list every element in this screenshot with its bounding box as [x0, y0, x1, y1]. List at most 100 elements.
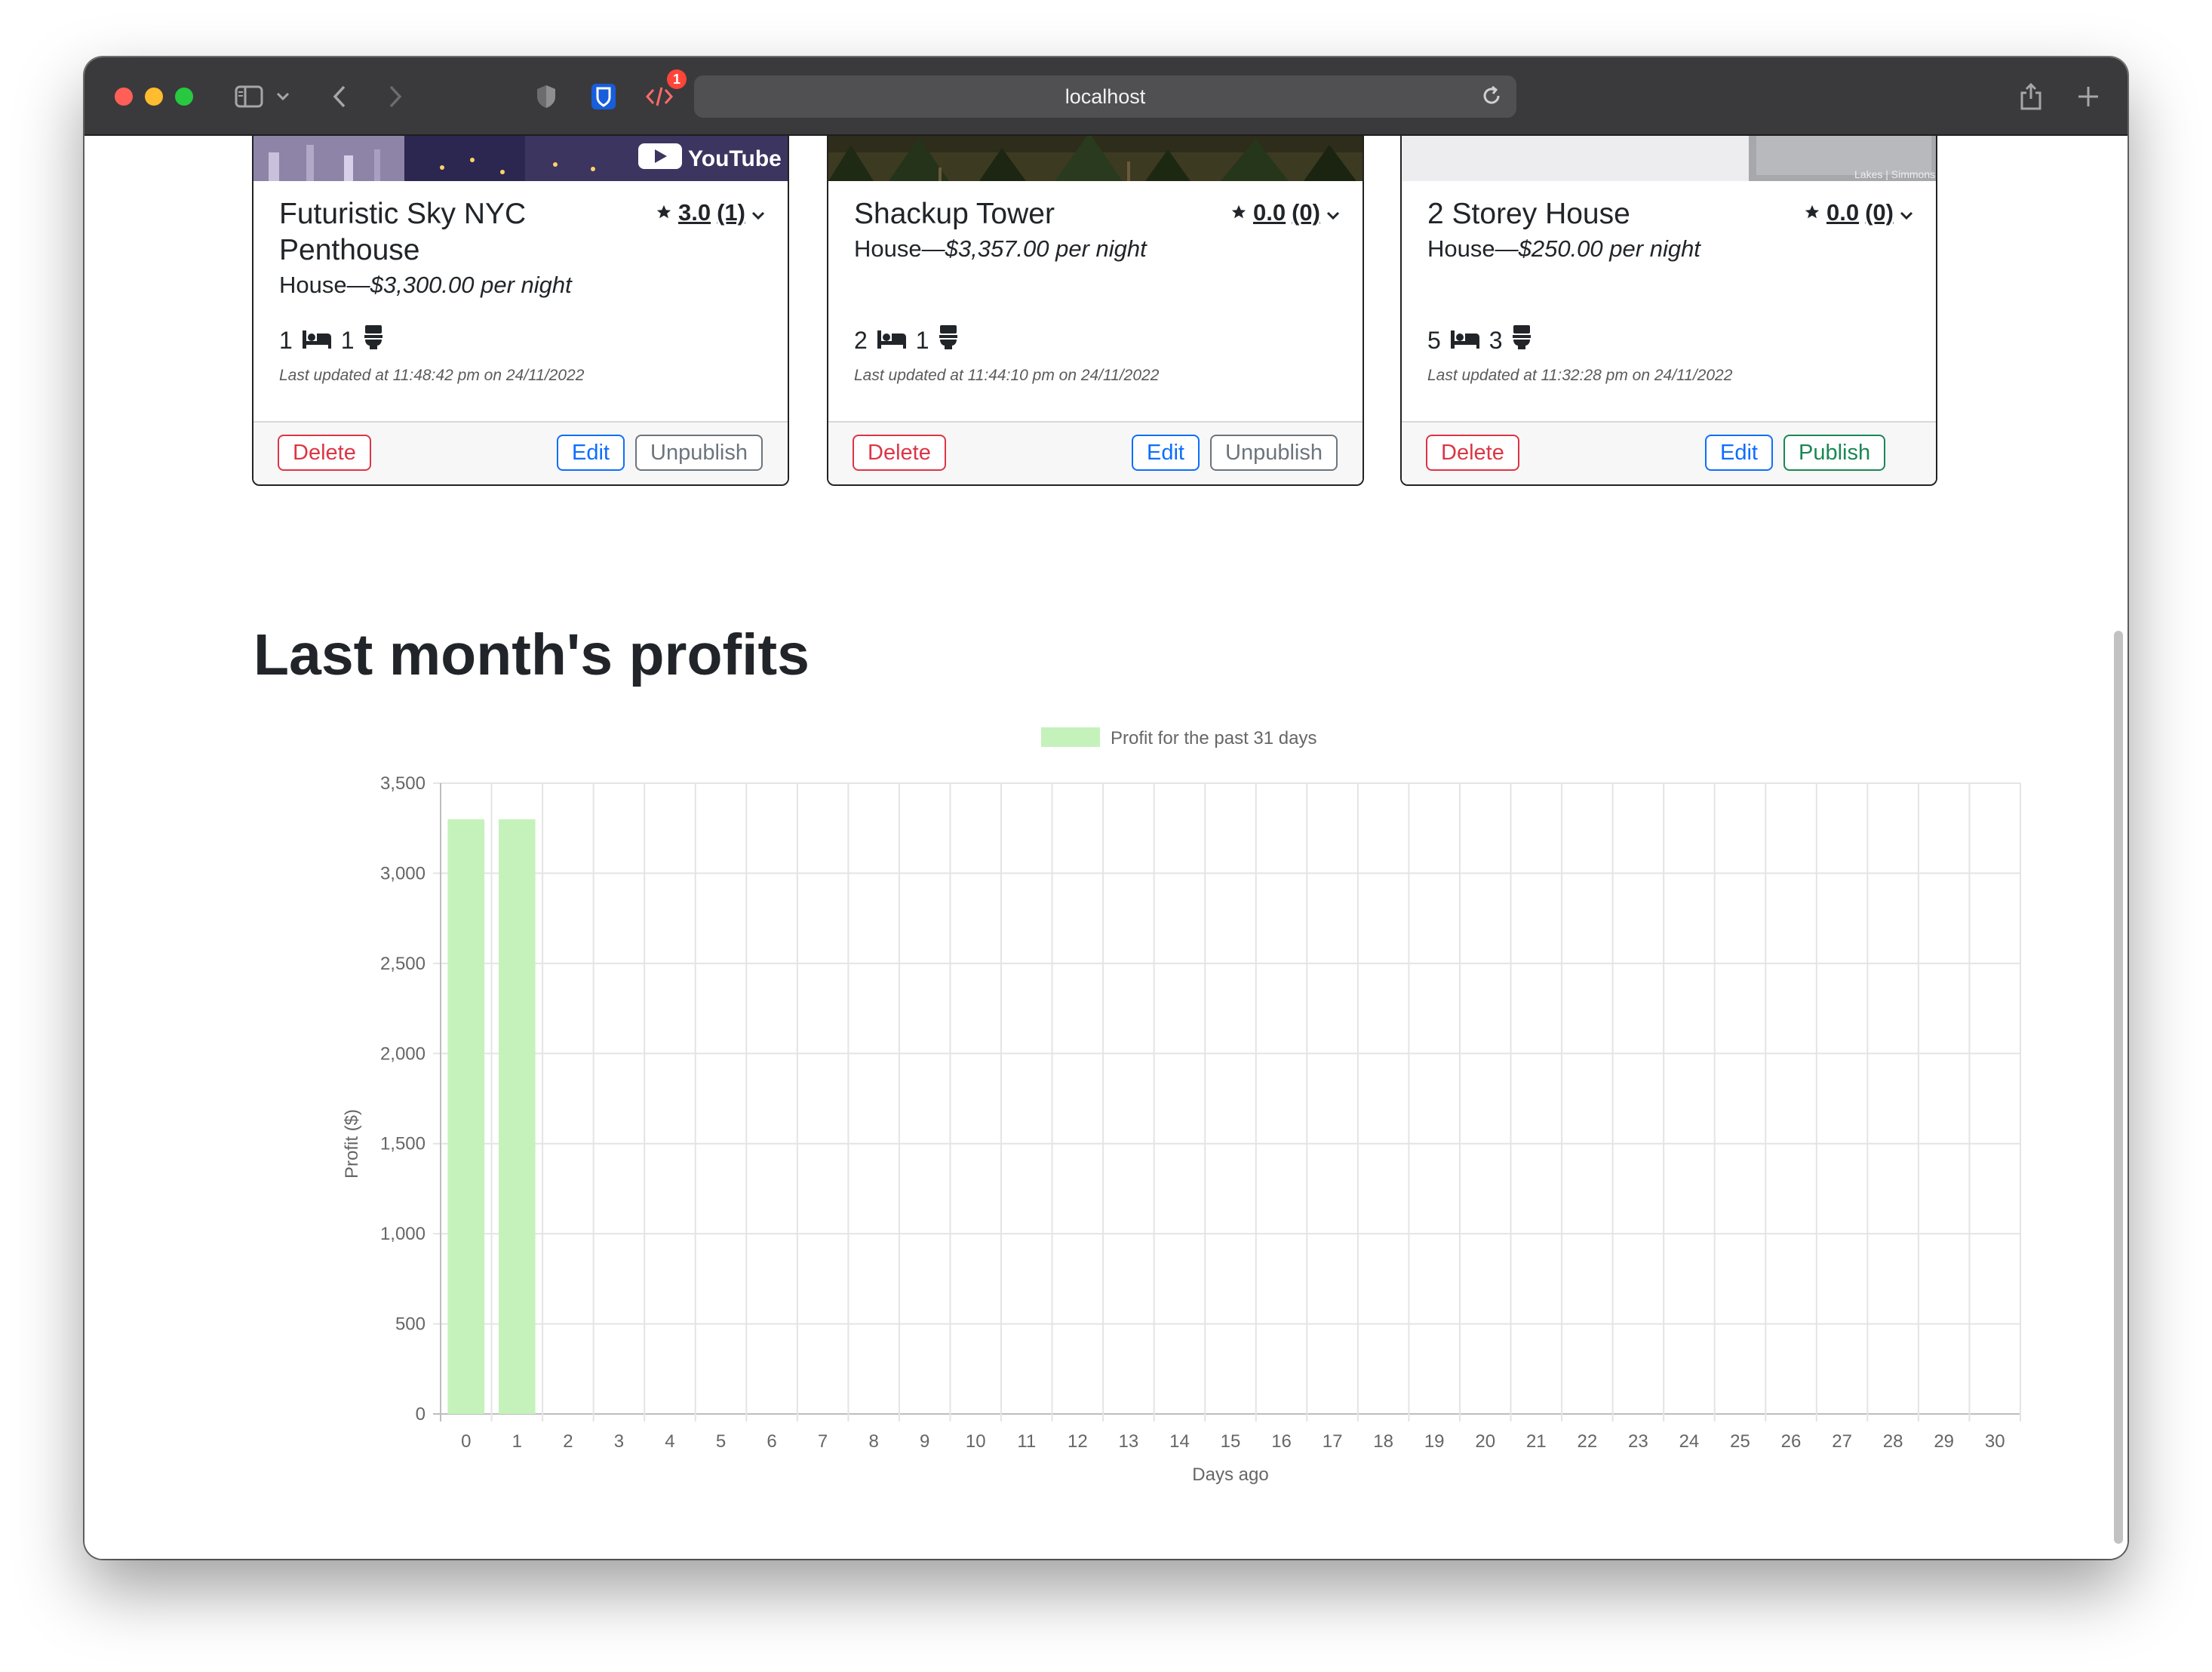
x-tick-label: 0 [461, 1431, 471, 1452]
forward-icon[interactable] [382, 80, 409, 113]
delete-button[interactable]: Delete [853, 435, 946, 471]
x-tick-label: 29 [1934, 1431, 1954, 1452]
bathroom-count: 1 [915, 326, 929, 354]
x-tick-label: 11 [1017, 1431, 1036, 1452]
last-updated: Last updated at 11:32:28 pm on 24/11/202… [1427, 367, 1733, 384]
bed-icon [877, 327, 907, 355]
last-updated: Last updated at 11:44:10 pm on 24/11/202… [854, 367, 1160, 384]
unpublish-button[interactable]: Unpublish [1210, 435, 1338, 471]
bed-count: 1 [279, 326, 293, 354]
url-text: localhost [1065, 85, 1146, 108]
x-axis-title: Days ago [1192, 1465, 1268, 1485]
section-title: Last month's profits [253, 622, 810, 687]
publish-button[interactable]: Publish [1783, 435, 1886, 471]
y-tick-label: 1,000 [380, 1224, 426, 1244]
toilet-icon [939, 324, 958, 356]
y-tick-label: 3,500 [380, 773, 426, 794]
svg-text:Lakes | Simmons: Lakes | Simmons [1854, 168, 1935, 180]
x-tick-label: 5 [716, 1431, 726, 1452]
edit-button[interactable]: Edit [1132, 435, 1200, 471]
y-tick-label: 0 [416, 1404, 426, 1425]
address-bar[interactable]: localhost [694, 75, 1516, 118]
browser-toolbar: 1 localhost [84, 57, 2128, 136]
privacy-shield-icon[interactable] [533, 80, 560, 113]
page-content: YouTube Futuristic Sky NYC Penthouse 3.0… [84, 136, 2128, 1559]
x-tick-label: 18 [1373, 1431, 1393, 1452]
x-tick-label: 27 [1832, 1431, 1852, 1452]
x-tick-label: 20 [1475, 1431, 1495, 1452]
reload-icon[interactable] [1480, 85, 1503, 112]
x-tick-label: 26 [1781, 1431, 1802, 1452]
delete-button[interactable]: Delete [278, 435, 371, 471]
bed-icon [302, 327, 332, 355]
chevron-down-icon[interactable] [273, 80, 293, 113]
bathroom-count: 3 [1488, 326, 1503, 354]
new-tab-icon[interactable] [2073, 80, 2103, 113]
x-tick-label: 4 [665, 1431, 674, 1452]
bar-day-0 [447, 819, 485, 1414]
listing-card: Lakes | Simmons 2 Storey House 0.0 (0) H… [1400, 136, 1937, 486]
x-tick-label: 12 [1068, 1431, 1088, 1452]
y-tick-label: 3,000 [380, 863, 426, 884]
unpublish-button[interactable]: Unpublish [635, 435, 763, 471]
listing-thumbnail[interactable] [828, 136, 1363, 181]
minimize-window-button[interactable] [145, 88, 163, 106]
x-tick-label: 8 [868, 1431, 878, 1452]
x-tick-label: 28 [1883, 1431, 1903, 1452]
profit-bar-chart: Profit for the past 31 days 0 500 1,000 1,50… [342, 727, 2021, 1485]
edit-button[interactable]: Edit [557, 435, 625, 471]
zoom-window-button[interactable] [175, 88, 193, 106]
toilet-icon [364, 324, 383, 356]
listing-thumbnail[interactable]: YouTube [253, 136, 788, 181]
x-tick-label: 23 [1628, 1431, 1648, 1452]
x-tick-label: 1 [512, 1431, 522, 1452]
room-counts: 2 1 [854, 324, 958, 356]
x-tick-label: 24 [1679, 1431, 1700, 1452]
bar-day-1 [499, 819, 536, 1414]
x-tick-label: 19 [1424, 1431, 1445, 1452]
y-tick-label: 1,500 [380, 1134, 426, 1154]
y-tick-label: 2,000 [380, 1043, 426, 1064]
scrollbar[interactable] [2114, 631, 2123, 1544]
edit-button[interactable]: Edit [1705, 435, 1773, 471]
x-tick-label: 17 [1323, 1431, 1343, 1452]
back-icon[interactable] [326, 80, 353, 113]
x-tick-label: 2 [563, 1431, 573, 1452]
y-axis-title: Profit ($) [342, 1109, 362, 1179]
y-tick-label: 2,500 [380, 954, 426, 974]
sidebar-icon[interactable] [232, 80, 266, 113]
room-counts: 1 1 [279, 324, 383, 356]
svg-text:YouTube: YouTube [688, 146, 782, 171]
bathroom-count: 1 [340, 326, 355, 354]
close-window-button[interactable] [115, 88, 133, 106]
x-tick-label: 9 [920, 1431, 929, 1452]
x-tick-label: 25 [1730, 1431, 1750, 1452]
x-tick-label: 6 [767, 1431, 776, 1452]
x-tick-label: 10 [966, 1431, 986, 1452]
share-icon[interactable] [2016, 80, 2046, 113]
browser-window: 1 localhost YouTube Futuristic Sky NYC P… [84, 57, 2128, 1559]
toilet-icon [1512, 324, 1532, 356]
room-counts: 5 3 [1427, 324, 1532, 356]
x-tick-label: 16 [1271, 1431, 1292, 1452]
card-footer: Delete Edit Unpublish [253, 421, 788, 484]
bed-count: 2 [854, 326, 868, 354]
x-tick-label: 7 [818, 1431, 828, 1452]
delete-button[interactable]: Delete [1426, 435, 1519, 471]
card-footer: Delete Edit Unpublish [828, 421, 1363, 484]
x-tick-label: 30 [1985, 1431, 2005, 1452]
legend-label: Profit for the past 31 days [1111, 728, 1316, 748]
legend-swatch [1041, 727, 1100, 747]
bed-icon [1450, 327, 1480, 355]
listing-card: Shackup Tower 0.0 (0) House—$3,357.00 pe… [827, 136, 1364, 486]
password-manager-icon[interactable] [588, 80, 619, 113]
notification-badge: 1 [667, 69, 687, 89]
x-tick-label: 13 [1119, 1431, 1139, 1452]
last-updated: Last updated at 11:48:42 pm on 24/11/202… [279, 367, 585, 384]
bed-count: 5 [1427, 326, 1441, 354]
x-tick-label: 14 [1169, 1431, 1190, 1452]
listing-card: YouTube Futuristic Sky NYC Penthouse 3.0… [252, 136, 789, 486]
x-tick-label: 15 [1221, 1431, 1241, 1452]
listing-thumbnail[interactable]: Lakes | Simmons [1402, 136, 1936, 181]
y-tick-label: 500 [395, 1314, 426, 1335]
